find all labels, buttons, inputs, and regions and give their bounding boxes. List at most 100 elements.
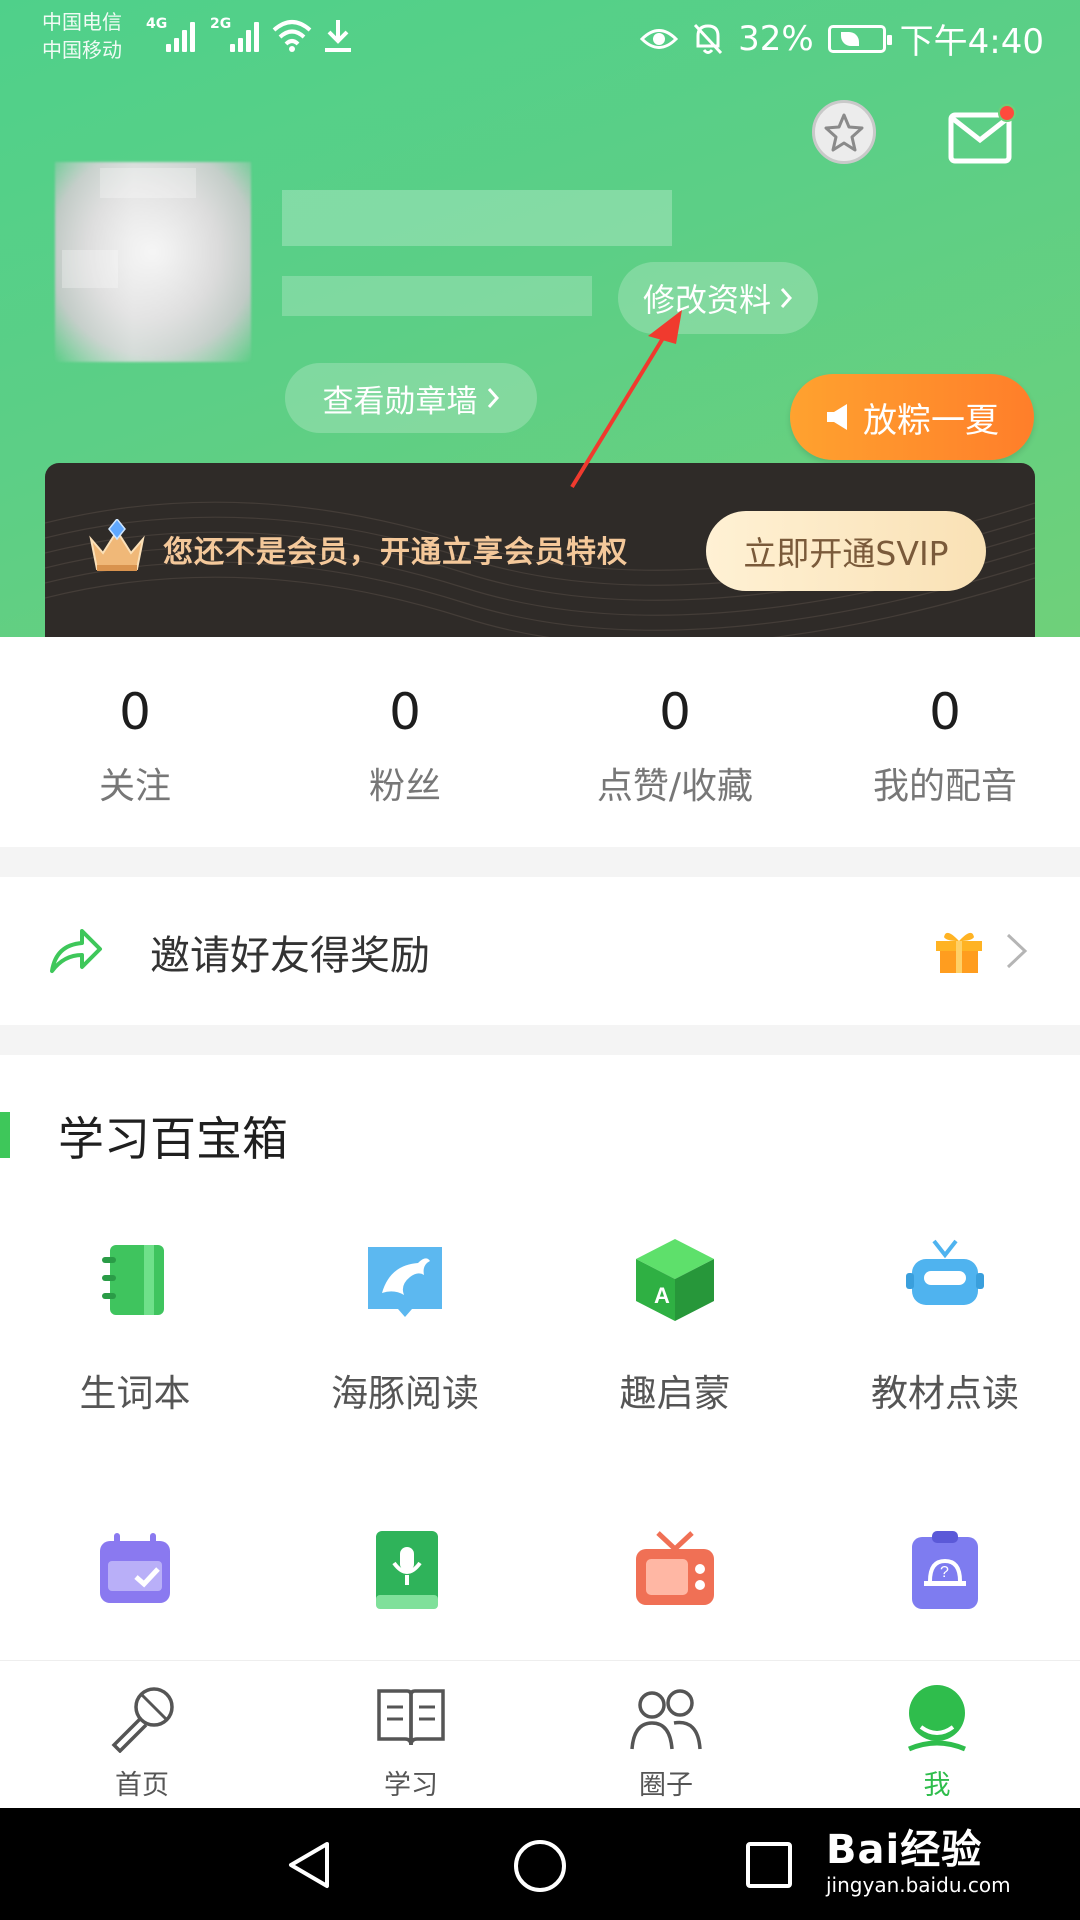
- badge-wall-label: 查看勋章墙: [322, 383, 478, 420]
- avatar-pixel: [62, 250, 118, 288]
- edit-profile-label: 修改资料: [642, 281, 771, 319]
- share-arrow-icon: [50, 929, 102, 973]
- wifi-icon: [272, 20, 312, 52]
- stats-row: 0 关注 0 粉丝 0 点赞/收藏 0 我的配音: [0, 637, 1080, 847]
- vip-message: 您还不是会员，开通立享会员特权: [163, 535, 628, 570]
- system-nav-bar: Bai经验 jingyan.baidu.com: [0, 1808, 1080, 1920]
- back-triangle-icon[interactable]: [283, 1840, 337, 1890]
- avatar-pixel: [100, 168, 196, 198]
- promo-button[interactable]: 放粽一夏: [790, 374, 1034, 460]
- stat-my-dubbing[interactable]: 0 我的配音: [810, 637, 1080, 847]
- star-icon: [824, 113, 864, 152]
- tool-vocabulary-book[interactable]: 生词本: [0, 1235, 270, 1417]
- status-bar: 中国电信 中国移动 4G 2G 32% 下午4:40: [0, 0, 1080, 76]
- tool-dolphin-reading[interactable]: 海豚阅读: [270, 1235, 540, 1417]
- badge-wall-button[interactable]: 查看勋章墙: [285, 363, 537, 433]
- tool-label: 教材点读: [871, 1372, 1019, 1415]
- bottom-tab-bar: 首页 学习 圈子 我: [0, 1660, 1080, 1808]
- question-clipboard-icon: ?: [912, 1531, 978, 1609]
- calendar-check-icon: [100, 1533, 170, 1603]
- chevron-right-icon: [487, 388, 499, 408]
- tab-label: 首页: [115, 1770, 169, 1801]
- battery-percent: 32%: [738, 18, 814, 59]
- clock: 下午4:40: [899, 22, 1044, 62]
- user-id-blurred: [282, 276, 592, 316]
- chevron-right-icon: [1006, 933, 1028, 969]
- tv-icon: [636, 1531, 714, 1605]
- robot-icon: [906, 1239, 984, 1305]
- tool-label: 海豚阅读: [331, 1372, 479, 1415]
- eye-icon: [640, 28, 679, 49]
- tool-label: 生词本: [79, 1372, 191, 1415]
- tool-quiz[interactable]: ?: [810, 1525, 1080, 1619]
- mic-book-icon: [376, 1531, 438, 1609]
- section-divider: [0, 1025, 1080, 1055]
- stat-likes-favorites[interactable]: 0 点赞/收藏: [540, 637, 810, 847]
- profile-icon: [908, 1685, 966, 1752]
- network-type-2: 2G: [210, 16, 232, 32]
- crown-icon: [89, 519, 145, 571]
- vip-banner: 您还不是会员，开通立享会员特权 立即开通SVIP: [45, 463, 1035, 637]
- speaker-icon: [827, 404, 847, 430]
- tab-label: 我: [923, 1770, 951, 1801]
- recents-square-icon[interactable]: [746, 1842, 792, 1888]
- signal-2: 2G: [210, 16, 270, 52]
- username-blurred: [282, 190, 672, 246]
- toolbox-title: 学习百宝箱: [58, 1112, 288, 1166]
- tool-calendar[interactable]: [0, 1525, 270, 1619]
- signal-bars-icon: [230, 20, 262, 52]
- watermark-brand: Bai经验: [826, 1827, 983, 1873]
- open-svip-button[interactable]: 立即开通SVIP: [706, 511, 986, 591]
- stat-value: 0: [119, 683, 151, 741]
- carrier-names: 中国电信 中国移动: [42, 8, 122, 64]
- invite-label: 邀请好友得奖励: [150, 933, 430, 979]
- tab-label: 学习: [384, 1770, 438, 1801]
- letter-cube-icon: A: [636, 1239, 714, 1321]
- learning-toolbox: 学习百宝箱 生词本 海豚阅读 A 趣启蒙 教材点读 ?: [0, 1055, 1080, 1660]
- tool-label: 趣启蒙: [619, 1372, 731, 1415]
- status-right: 32% 下午4:40: [640, 14, 1044, 63]
- chevron-right-icon: [780, 288, 793, 308]
- download-icon: [325, 20, 351, 52]
- invite-friends-row[interactable]: 邀请好友得奖励: [0, 877, 1080, 1025]
- tab-circle[interactable]: 圈子: [538, 1661, 794, 1808]
- watermark-url: jingyan.baidu.com: [826, 1873, 1011, 1897]
- edit-profile-button[interactable]: 修改资料: [618, 262, 818, 334]
- tool-mic-book[interactable]: [270, 1525, 540, 1619]
- stat-fans[interactable]: 0 粉丝: [270, 637, 540, 847]
- svg-text:?: ?: [940, 1564, 949, 1581]
- signal-bars-icon: [166, 20, 198, 52]
- network-type-1: 4G: [146, 16, 168, 32]
- baidu-jingyan-watermark: Bai经验 jingyan.baidu.com: [826, 1828, 1011, 1898]
- stat-value: 0: [389, 683, 421, 741]
- profile-header: 中国电信 中国移动 4G 2G 32% 下午4:40 修改资料 查看勋章墙 放粽…: [0, 0, 1080, 637]
- stat-value: 0: [659, 683, 691, 741]
- tab-study[interactable]: 学习: [284, 1661, 538, 1808]
- home-circle-icon[interactable]: [514, 1840, 566, 1892]
- section-divider: [0, 847, 1080, 877]
- tab-label: 圈子: [639, 1770, 693, 1801]
- dolphin-book-icon: [368, 1247, 442, 1317]
- carrier-1: 中国电信: [42, 10, 122, 34]
- signal-1: 4G: [146, 16, 206, 52]
- people-icon: [630, 1689, 702, 1750]
- tool-textbook-reading[interactable]: 教材点读: [810, 1235, 1080, 1417]
- gift-icon: [936, 932, 982, 973]
- notebook-icon: [102, 1245, 164, 1315]
- tool-fun-enlightenment[interactable]: A 趣启蒙: [540, 1235, 810, 1417]
- open-book-icon: [377, 1689, 445, 1746]
- stat-label: 关注: [98, 766, 171, 807]
- promo-label: 放粽一夏: [863, 400, 999, 441]
- svg-text:A: A: [654, 1283, 670, 1308]
- notification-dot: [998, 104, 1016, 122]
- favorites-button[interactable]: [812, 100, 876, 164]
- tool-tv[interactable]: [540, 1525, 810, 1619]
- tab-home[interactable]: 首页: [0, 1661, 284, 1808]
- tab-me[interactable]: 我: [794, 1661, 1080, 1808]
- stat-following[interactable]: 0 关注: [0, 637, 270, 847]
- stat-label: 粉丝: [368, 766, 441, 807]
- battery-icon: [827, 24, 892, 53]
- section-accent-bar: [0, 1112, 10, 1158]
- stat-label: 我的配音: [872, 766, 1017, 807]
- stat-label: 点赞/收藏: [596, 766, 754, 807]
